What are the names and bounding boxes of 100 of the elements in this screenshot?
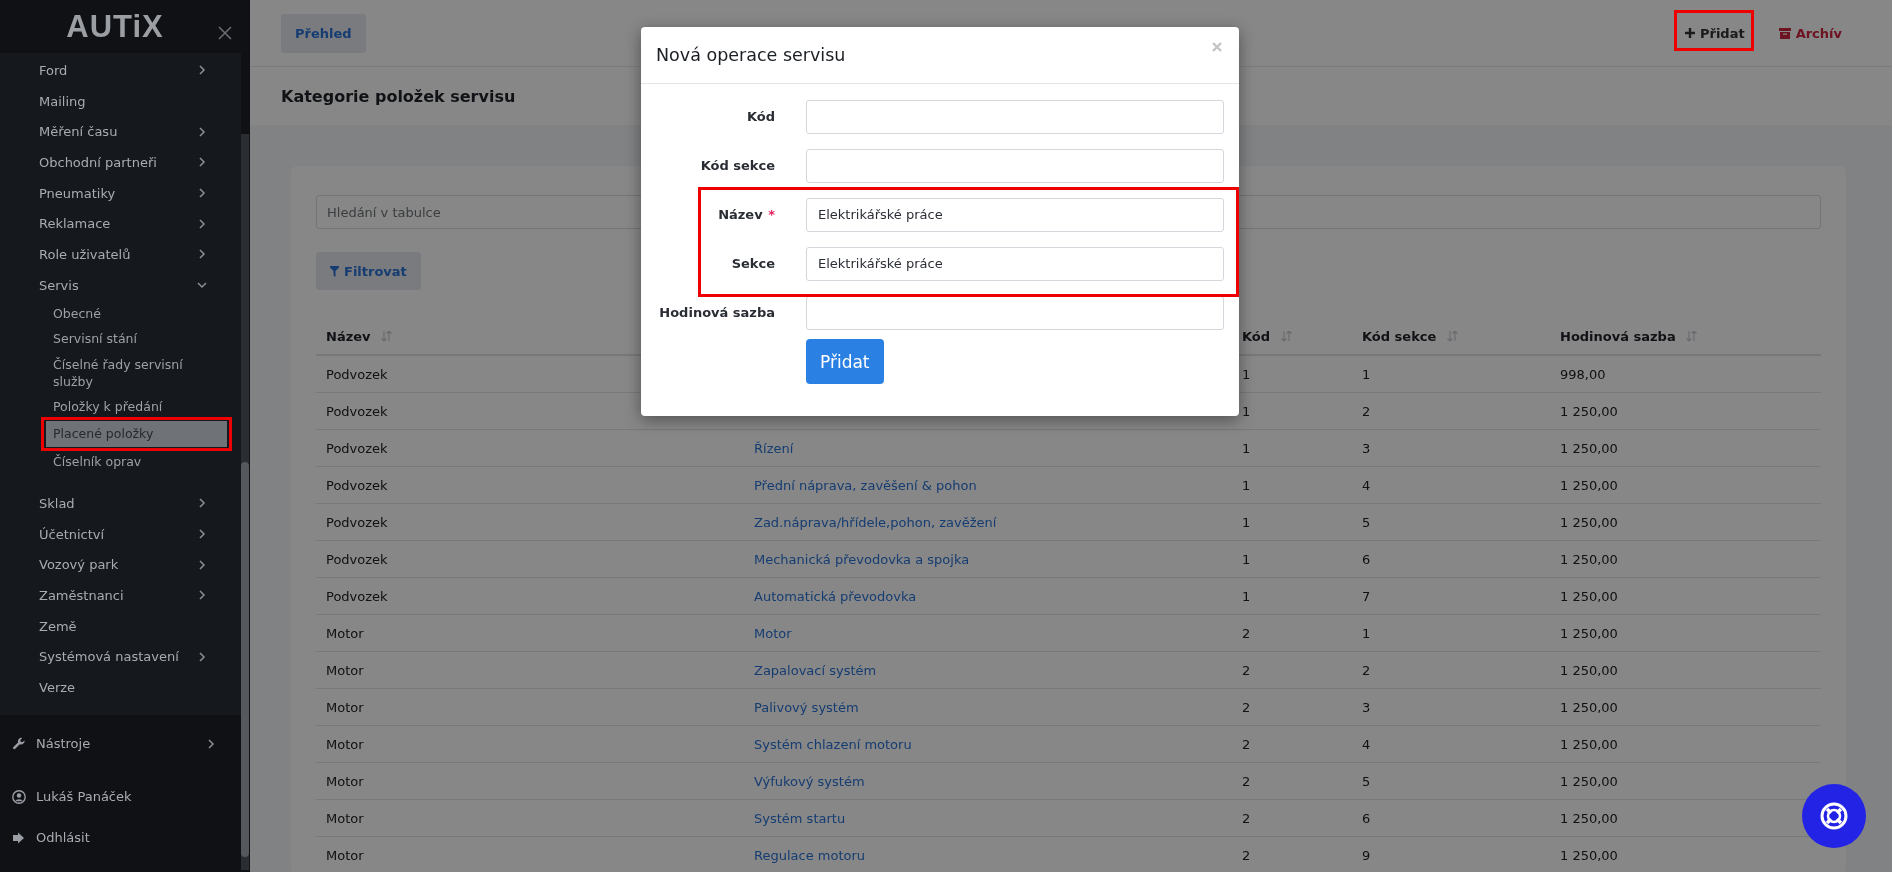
table-cell: Podvozek (326, 477, 388, 493)
sidebar-subitem[interactable]: Servisní stání (53, 326, 207, 352)
column-header[interactable]: Název (326, 328, 371, 344)
chevron-right-icon (197, 590, 207, 601)
column-header[interactable]: Hodinová sazba (1560, 328, 1676, 344)
table-cell: 3 (1362, 440, 1371, 456)
sort-icon[interactable] (1446, 330, 1458, 342)
column-header[interactable]: Kód (1242, 328, 1271, 344)
table-cell: 2 (1242, 847, 1251, 863)
lifebuoy-icon (1818, 800, 1850, 832)
table-cell: 1 (1242, 477, 1251, 493)
table-cell: 998,00 (1560, 366, 1606, 382)
plus-icon (1684, 28, 1695, 38)
sidebar-item[interactable]: Měření času (39, 116, 207, 148)
logout-link[interactable]: Odhlásit (12, 817, 250, 858)
table-cell: Motor (326, 736, 364, 752)
field-label: Sekce (731, 256, 775, 271)
table-cell: 1 250,00 (1560, 847, 1618, 863)
table-cell: 1 250,00 (1560, 551, 1618, 567)
table-cell: 2 (1242, 736, 1251, 752)
table-cell: 1 (1242, 514, 1251, 530)
close-icon[interactable] (218, 26, 232, 40)
sort-icon[interactable] (1686, 330, 1698, 342)
chevron-right-icon (197, 65, 207, 76)
sidebar-item[interactable]: Vozový park (39, 549, 207, 581)
sidebar-item[interactable]: Systémová nastavení (39, 641, 207, 673)
required-mark: * (768, 207, 775, 222)
sidebar-subitem[interactable]: Číselné řady servisní služby (53, 351, 207, 394)
table-cell: 1 250,00 (1560, 625, 1618, 641)
field-label: Kód (746, 109, 775, 124)
chevron-right-icon (197, 651, 207, 662)
chevron-right-icon (197, 157, 207, 168)
table-cell: 2 (1242, 662, 1251, 678)
scrollbar[interactable] (241, 462, 249, 857)
add-button[interactable]: Přidat (1674, 13, 1755, 53)
table-cell: 2 (1362, 403, 1371, 419)
sidebar-item[interactable]: Účetnictví (39, 518, 207, 550)
table-cell: Motor (326, 662, 364, 678)
table-cell: 2 (1362, 662, 1371, 678)
input-field[interactable]: Elektrikářské práce (806, 197, 1224, 232)
sidebar-item[interactable]: Pneumatiky (39, 177, 207, 209)
close-icon[interactable] (1212, 42, 1222, 52)
table-cell: Motor (326, 625, 364, 641)
table-cell: 1 (1242, 366, 1251, 382)
sidebar-item[interactable]: Role uživatelů (39, 239, 207, 270)
user-icon (12, 789, 26, 804)
user-profile-link[interactable]: Lukáš Panáček (12, 776, 250, 817)
table-cell: 2 (1242, 625, 1251, 641)
sidebar-subitem[interactable]: Číselník oprav (53, 448, 207, 474)
tools-menu-item[interactable]: Nástroje (0, 714, 250, 759)
table-cell: Motor (326, 773, 364, 789)
sidebar-item[interactable]: Země (39, 610, 207, 642)
sidebar-item[interactable]: Verze (39, 672, 207, 703)
chevron-right-icon (197, 249, 207, 260)
sort-icon[interactable] (1280, 330, 1292, 342)
submit-button[interactable]: Přidat (806, 339, 884, 384)
archive-box-icon (1778, 27, 1791, 39)
table-cell: Podvozek (326, 440, 388, 456)
logo[interactable]: AUTiX (66, 8, 164, 45)
input-field[interactable] (806, 99, 1224, 134)
column-header[interactable]: Kód sekce (1362, 328, 1437, 344)
sidebar-subitem[interactable]: Obecné (53, 300, 207, 326)
chevron-right-icon (206, 738, 216, 749)
table-cell: Motor (326, 699, 364, 715)
table-cell: 1 250,00 (1560, 662, 1618, 678)
table-cell: 1 250,00 (1560, 477, 1618, 493)
table-cell: 9 (1362, 847, 1371, 863)
sidebar-item[interactable]: Ford (39, 55, 207, 86)
table-cell: 5 (1362, 514, 1371, 530)
input-field[interactable] (806, 148, 1224, 183)
table-cell: 2 (1242, 773, 1251, 789)
sidebar-item[interactable]: Mailing (39, 85, 207, 117)
table-cell: Podvozek (326, 514, 388, 530)
table-cell: 5 (1362, 773, 1371, 789)
field-label: Hodinová sazba (659, 305, 775, 320)
sidebar-subitem[interactable]: Položky k předání (53, 393, 207, 419)
input-field[interactable]: Elektrikářské práce (806, 246, 1224, 281)
input-field[interactable] (806, 295, 1224, 330)
chevron-right-icon (197, 188, 207, 199)
field-label: Kód sekce (700, 158, 775, 173)
table-cell: Motor (326, 810, 364, 826)
table-cell: 1 (1362, 625, 1371, 641)
table-cell: 2 (1242, 699, 1251, 715)
table-cell: 1 (1242, 551, 1251, 567)
sort-icon[interactable] (381, 330, 393, 342)
table-cell: 1 250,00 (1560, 736, 1618, 752)
table-cell: Podvozek (326, 403, 388, 419)
logout-icon (12, 830, 26, 845)
table-cell: 1 250,00 (1560, 810, 1618, 826)
table-cell: 1 (1242, 403, 1251, 419)
table-cell: 1 250,00 (1560, 699, 1618, 715)
table-cell: 4 (1362, 736, 1371, 752)
sidebar-item[interactable]: Servis (39, 269, 207, 301)
sidebar-item[interactable]: Reklamace (39, 208, 207, 240)
table-cell: 7 (1362, 588, 1371, 604)
funnel-icon (330, 265, 339, 277)
sidebar-item[interactable]: Zaměstnanci (39, 580, 207, 611)
sidebar-item[interactable]: Obchodní partneři (39, 147, 207, 178)
field-label: Název (718, 207, 763, 222)
sidebar-item[interactable]: Sklad (39, 488, 207, 519)
